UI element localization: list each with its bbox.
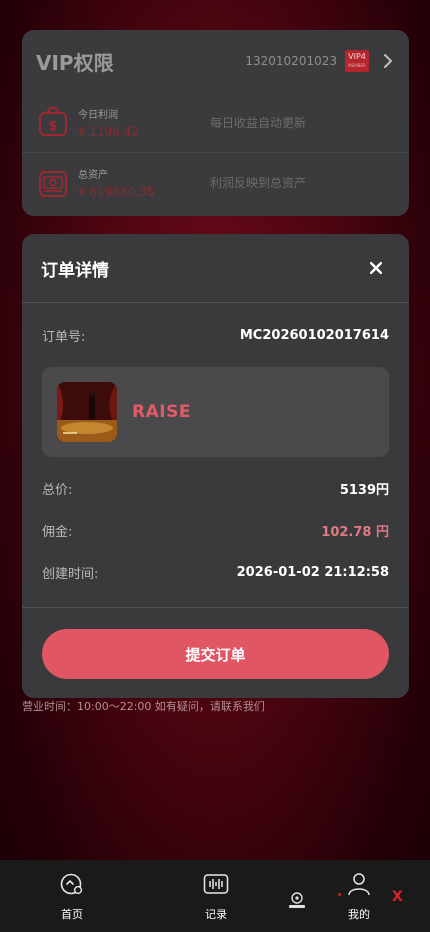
order-number-value: MC20260102017614: [239, 328, 389, 343]
bottom-nav: 首页 记录 我的: [0, 860, 430, 932]
commission-row: 佣金: 102.78 円: [22, 521, 409, 540]
commission-value: 102.78 円: [321, 525, 389, 540]
order-number-row: 订单号: MC20260102017614: [22, 326, 409, 345]
today-profit-label: 今日利润: [78, 109, 118, 121]
nav-item-records[interactable]: 记录: [186, 872, 246, 922]
nav-mine-label: 我的: [348, 908, 370, 921]
business-hours-text: 营业时间：10:00～22:00 如有疑问，请联系我们: [22, 700, 265, 713]
vip-account-number: 132010201023: [245, 54, 337, 68]
nav-item-mine[interactable]: 我的: [329, 872, 389, 922]
vip-header[interactable]: VIP权限 132010201023 VIP4 MEMBER: [22, 30, 409, 92]
today-profit-row: $ 今日利润 ¥ 1196.42 每日收益自动更新: [22, 92, 409, 152]
close-x-icon[interactable]: X: [392, 889, 403, 905]
close-icon[interactable]: [362, 254, 390, 282]
home-icon: [59, 872, 85, 900]
money-bag-icon: $: [36, 105, 70, 139]
total-assets-note: 利润反映到总资产: [210, 176, 307, 190]
notification-dot: [338, 893, 341, 896]
commission-label: 佣金:: [42, 525, 73, 540]
vip-card: VIP权限 132010201023 VIP4 MEMBER $ 今日利润 ¥ …: [22, 30, 409, 216]
modal-header: 订单详情: [22, 234, 409, 303]
order-details-modal: 订单详情 订单号: MC20260102017614 RAISE 总价: 513…: [22, 234, 409, 698]
vip-title: VIP权限: [36, 50, 114, 75]
created-time-label: 创建时间:: [42, 567, 99, 582]
vip-badge-label: VIP4: [348, 52, 366, 61]
created-time-row: 创建时间: 2026-01-02 21:12:58: [22, 563, 409, 582]
total-assets-label: 总资产: [78, 170, 108, 181]
product-thumbnail: [57, 382, 117, 442]
user-icon: [346, 872, 372, 900]
customer-service-icon[interactable]: [287, 890, 307, 910]
modal-divider: [22, 607, 409, 608]
today-profit-value: ¥ 1196.42: [78, 124, 140, 139]
total-price-row: 总价: 5139円: [22, 479, 409, 498]
cash-stack-icon: [36, 166, 70, 200]
submit-order-button[interactable]: 提交订单: [42, 629, 389, 679]
records-icon: [203, 872, 229, 900]
vip-level-badge: VIP4 MEMBER: [345, 50, 369, 72]
product-card: RAISE: [42, 367, 389, 457]
nav-records-label: 记录: [205, 908, 227, 921]
total-assets-value: ¥ 619530.35: [78, 185, 155, 199]
modal-title: 订单详情: [41, 260, 109, 281]
order-number-label: 订单号:: [42, 330, 86, 345]
svg-text:$: $: [48, 119, 57, 134]
nav-home-label: 首页: [61, 908, 83, 921]
nav-item-home[interactable]: 首页: [42, 872, 102, 922]
chevron-right-icon[interactable]: [381, 54, 395, 68]
created-time-value: 2026-01-02 21:12:58: [236, 565, 389, 580]
vip-badge-sub: MEMBER: [348, 63, 366, 68]
product-name: RAISE: [132, 402, 191, 422]
total-price-value: 5139円: [339, 483, 389, 498]
total-assets-row: 总资产 ¥ 619530.35 利润反映到总资产: [22, 152, 409, 212]
today-profit-note: 每日收益自动更新: [210, 115, 307, 130]
total-price-label: 总价:: [42, 483, 73, 498]
